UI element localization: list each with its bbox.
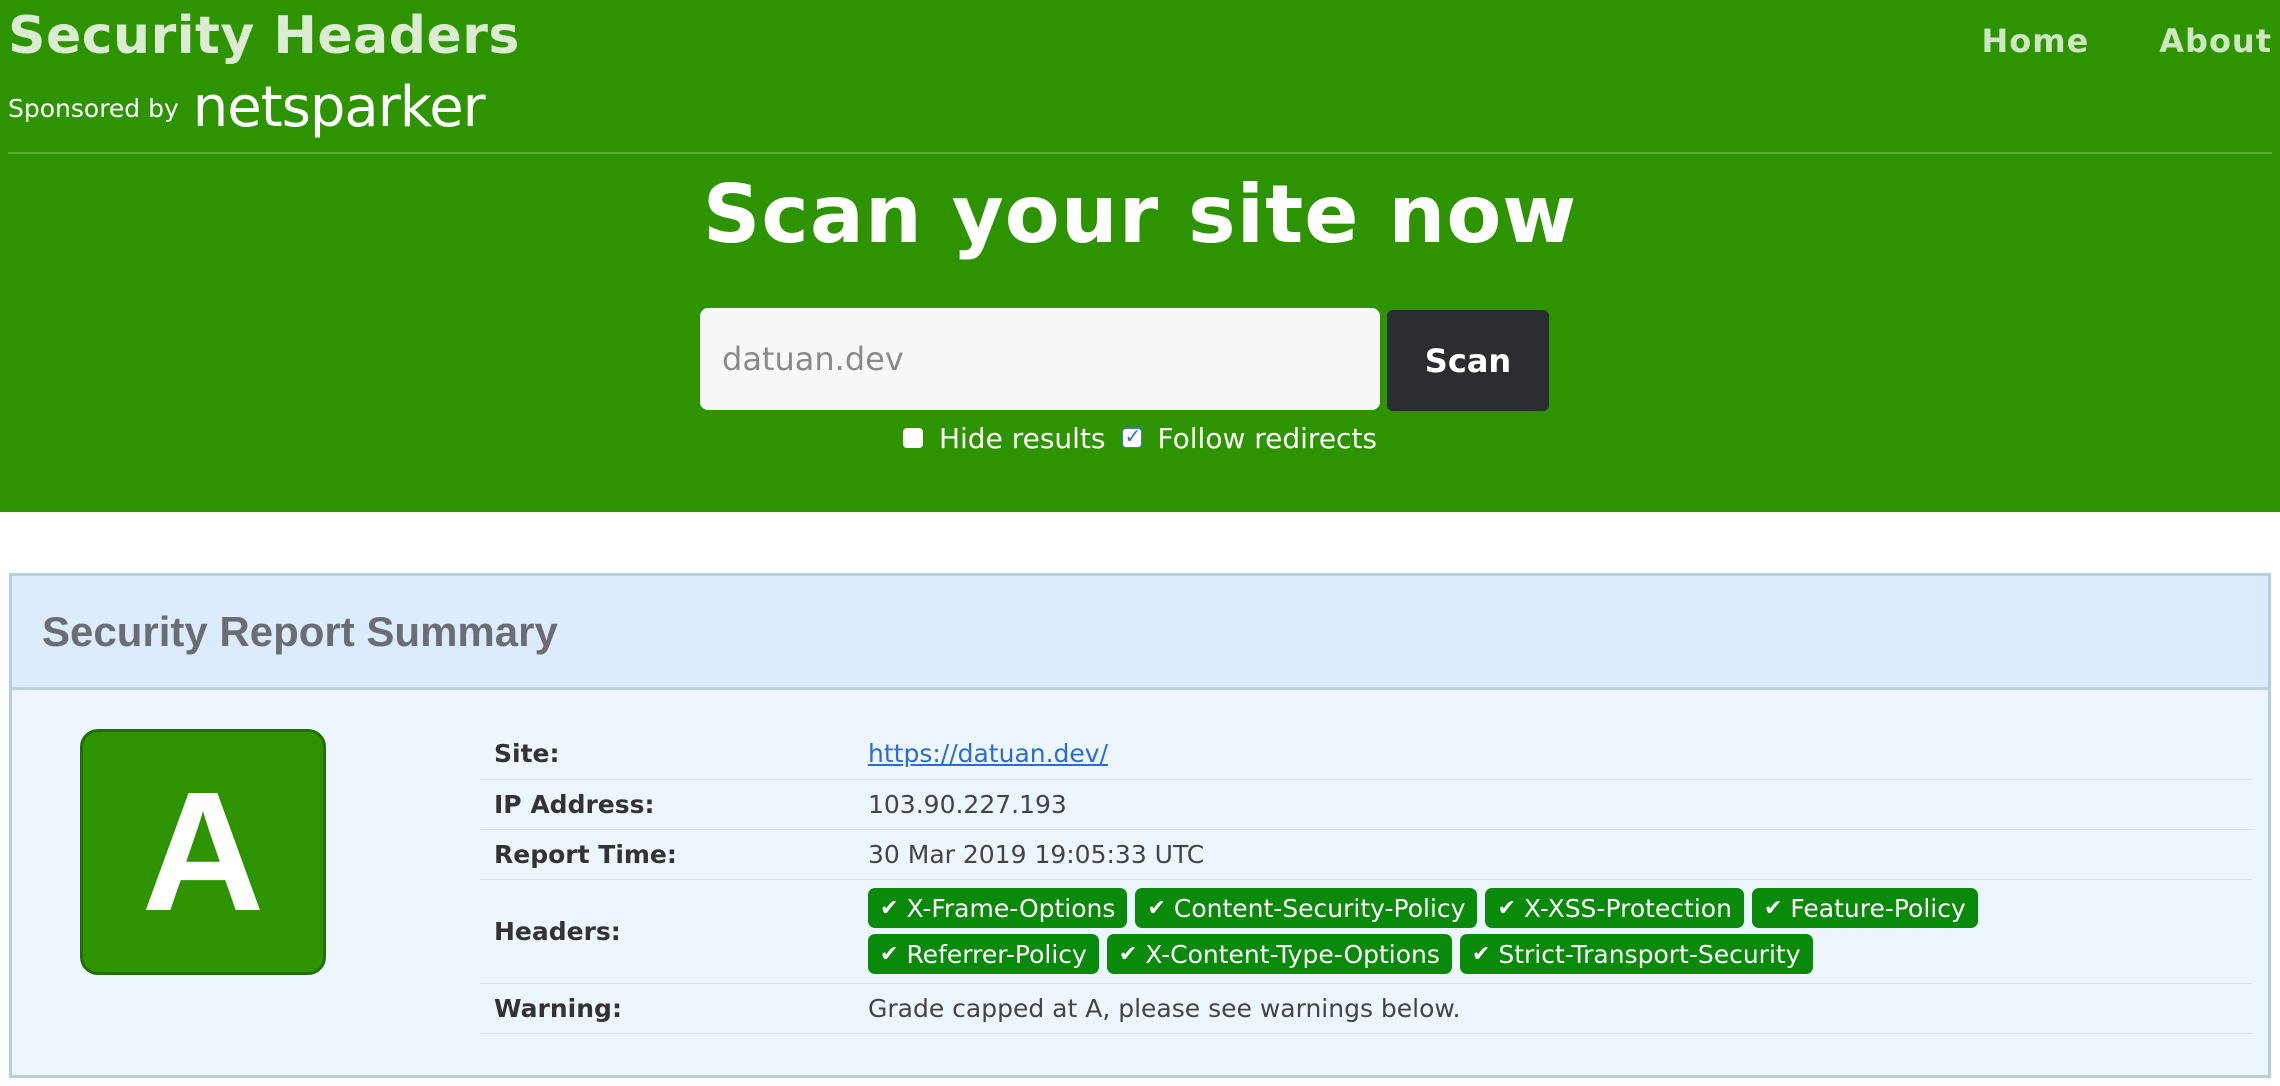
sponsor-label: Sponsored by [8, 93, 179, 123]
hide-results-label: Hide results [938, 421, 1106, 455]
nav-about-link[interactable]: About [2159, 22, 2272, 60]
header-badge[interactable]: ✔ Strict-Transport-Security [1459, 934, 1813, 974]
table-row: Warning: Grade capped at A, please see w… [480, 983, 2252, 1034]
sponsor-row: Sponsored by netsparker [8, 78, 486, 138]
report-title: Security Report Summary [42, 608, 558, 655]
header-badge[interactable]: ✔ Referrer-Policy [868, 934, 1099, 974]
report-info-table: Site: https://datuan.dev/ IP Address: 10… [480, 729, 2252, 1034]
table-row: Report Time: 30 Mar 2019 19:05:33 UTC [480, 829, 2252, 880]
header-badge[interactable]: ✔ Feature-Policy [1751, 888, 1978, 928]
scan-button[interactable]: Scan [1387, 310, 1549, 411]
grade-badge: A [80, 729, 326, 975]
warning-value: Grade capped at A, please see warnings b… [868, 983, 2252, 1034]
hero-divider [8, 152, 2272, 154]
check-icon: ✔ [880, 895, 899, 921]
netsparker-logo[interactable]: netsparker [193, 78, 486, 138]
header-badge[interactable]: ✔ X-Content-Type-Options [1106, 934, 1452, 974]
table-row: Headers: ✔ X-Frame-Options ✔ Content-Secur… [480, 879, 2252, 984]
site-label: Site: [480, 729, 868, 780]
scan-options: Hide results Follow redirects [0, 418, 2280, 458]
headers-label: Headers: [480, 879, 868, 984]
report-time-value: 30 Mar 2019 19:05:33 UTC [868, 829, 2252, 880]
check-icon: ✔ [1471, 941, 1491, 967]
header-badges: ✔ X-Frame-Options ✔ Content-Security-Polic… [868, 884, 2158, 978]
follow-redirects-label: Follow redirects [1157, 421, 1378, 455]
hide-results-checkbox[interactable] [902, 428, 923, 448]
report-time-label: Report Time: [480, 829, 868, 880]
check-icon: ✔ [1763, 895, 1783, 921]
hero-banner: Security Headers Sponsored by netsparker… [0, 0, 2280, 512]
scan-heading: Scan your site now [702, 168, 1578, 261]
header-badge[interactable]: ✔ Content-Security-Policy [1135, 888, 1478, 928]
security-report-summary: Security Report Summary A Site: https://… [9, 573, 2271, 1078]
follow-redirects-option[interactable]: Follow redirects [1121, 421, 1378, 455]
hide-results-option[interactable]: Hide results [902, 421, 1106, 455]
check-icon: ✔ [880, 941, 899, 967]
ip-label: IP Address: [480, 779, 868, 830]
follow-redirects-checkbox[interactable] [1121, 424, 1142, 448]
nav-home-link[interactable]: Home [1981, 22, 2089, 60]
header-badge[interactable]: ✔ X-Frame-Options [868, 888, 1128, 928]
top-nav: Home About [1981, 22, 2272, 60]
report-header: Security Report Summary [12, 576, 2268, 690]
site-url-input[interactable] [700, 308, 1380, 410]
check-icon: ✔ [1118, 941, 1138, 967]
table-row: Site: https://datuan.dev/ [480, 729, 2252, 780]
site-link[interactable]: https://datuan.dev/ [868, 739, 1108, 768]
brand-title[interactable]: Security Headers [8, 6, 520, 66]
ip-value: 103.90.227.193 [868, 779, 2252, 830]
check-icon: ✔ [1497, 895, 1516, 921]
header-badge[interactable]: ✔ X-XSS-Protection [1485, 888, 1744, 928]
warning-label: Warning: [480, 983, 868, 1034]
check-icon: ✔ [1147, 895, 1166, 921]
table-row: IP Address: 103.90.227.193 [480, 779, 2252, 830]
